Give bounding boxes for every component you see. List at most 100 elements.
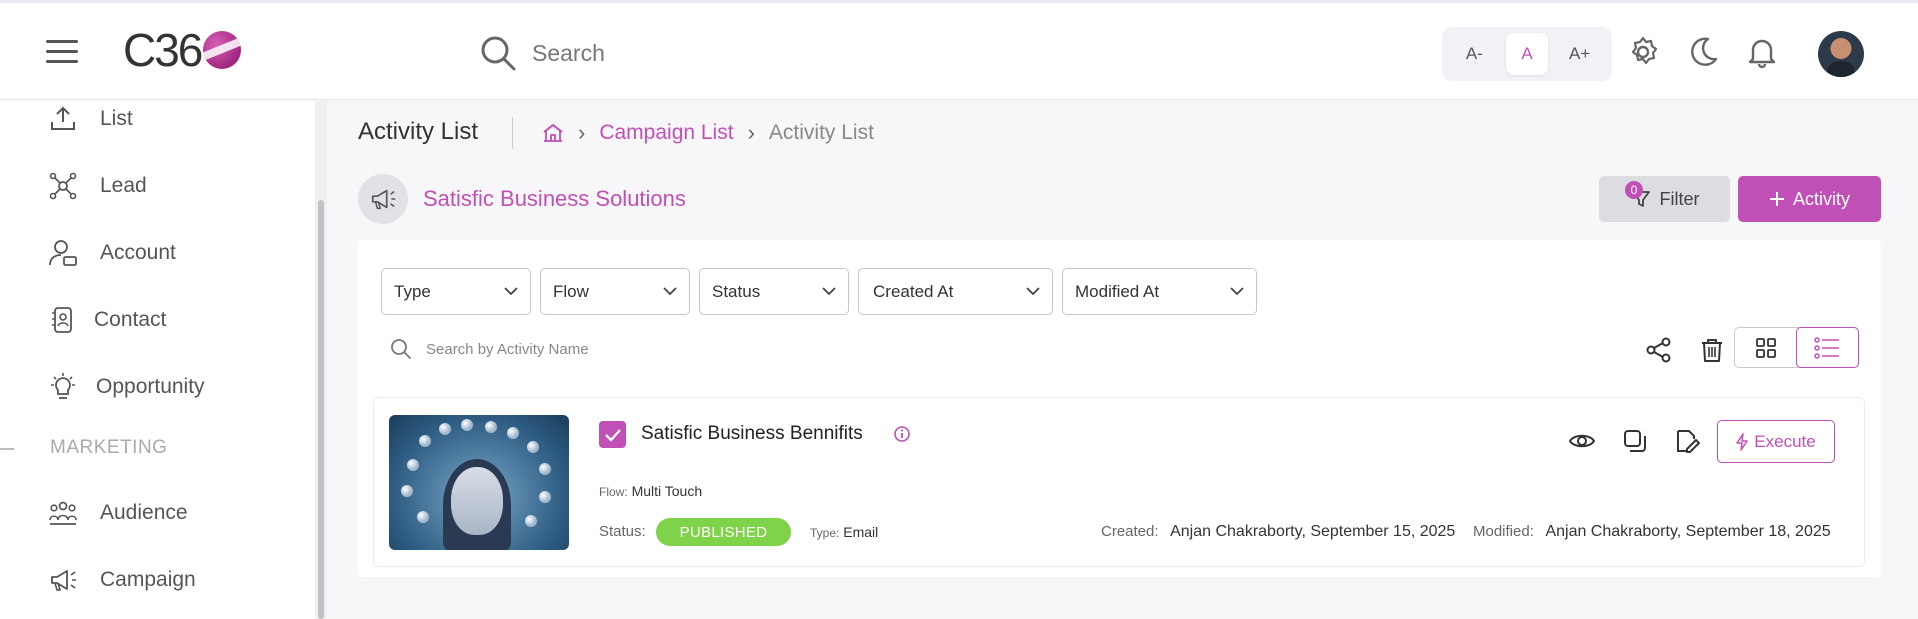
sidebar-item-opportunity[interactable]: Opportunity [48,369,205,405]
modified-label: Modified: [1473,523,1534,540]
sidebar-item-contact[interactable]: Contact [48,302,166,338]
created-at-dropdown[interactable]: Created At [858,268,1053,315]
dropdown-label: Type [394,281,431,301]
flow-value: Multi Touch [631,483,703,499]
title-divider [512,117,513,149]
page-title: Activity List [358,118,479,145]
breadcrumb-current: Activity List [768,121,874,144]
sidebar-item-account[interactable]: Account [48,235,176,271]
filter-label: Filter [1659,188,1700,209]
bell-icon[interactable] [1745,35,1779,69]
font-increase-button[interactable]: A+ [1559,33,1601,75]
upload-icon [51,106,75,130]
moon-icon[interactable] [1686,35,1720,69]
add-activity-label: Activity [1792,188,1850,209]
chevron-down-icon [504,287,518,296]
campaign-name: Satisfic Business Solutions [423,186,686,211]
global-search[interactable] [478,31,832,75]
chevron-down-icon [822,287,836,296]
list-icon [1814,336,1840,359]
sidebar-item-label: List [100,107,133,130]
list-view-button[interactable] [1795,327,1859,368]
filter-count-badge: 0 [1625,181,1643,199]
activity-flow: Flow: Multi Touch [599,483,702,499]
flow-dropdown[interactable]: Flow [540,268,690,315]
activity-modified: Modified: Anjan Chakraborty, September 1… [1473,523,1831,541]
sidebar-item-label: Opportunity [96,375,205,398]
app-logo[interactable]: C36 [123,24,242,76]
breadcrumb-chevron-icon: › [747,120,755,145]
menu-icon[interactable] [46,40,78,64]
share-icon[interactable] [1644,335,1674,365]
dropdown-label: Status [712,281,761,301]
activity-created: Created: Anjan Chakraborty, September 15… [1101,523,1455,541]
section-divider [0,448,14,450]
megaphone-icon [371,189,396,210]
chevron-down-icon [1230,287,1244,296]
copy-icon[interactable] [1621,427,1649,455]
search-icon [391,339,411,359]
filter-button[interactable]: 0 Filter [1599,176,1730,222]
edit-icon[interactable] [1673,427,1701,455]
activity-title[interactable]: Satisfic Business Bennifits [641,423,863,445]
created-label: Created: [1101,523,1159,540]
activity-thumbnail[interactable] [389,415,569,550]
contact-icon [52,307,72,333]
sidebar-section-marketing: MARKETING [50,437,168,458]
modified-at-dropdown[interactable]: Modified At [1062,268,1257,315]
chevron-down-icon [663,287,677,296]
plus-icon [1769,192,1784,206]
activity-search-input[interactable] [426,340,726,358]
search-input[interactable] [532,39,832,67]
type-value: Email [843,524,879,540]
font-decrease-button[interactable]: A- [1453,33,1495,75]
grid-view-button[interactable] [1735,328,1797,367]
sidebar-item-label: Lead [100,174,147,197]
network-icon [49,172,77,200]
activity-checkbox[interactable] [599,421,626,448]
breadcrumb-chevron-icon: › [578,120,586,145]
status-dropdown[interactable]: Status [699,268,849,315]
audience-icon [49,501,77,525]
activity-card [373,397,1865,567]
sidebar-item-label: Contact [94,308,167,331]
modified-value: Anjan Chakraborty, September 18, 2025 [1545,523,1831,540]
breadcrumb: › Campaign List › Activity List [542,120,874,146]
sidebar-item-campaign[interactable]: Campaign [48,562,196,598]
grid-icon [1755,337,1776,358]
font-default-button[interactable]: A [1505,33,1548,75]
info-icon[interactable] [893,425,911,443]
execute-button[interactable]: Execute [1717,420,1835,463]
megaphone-icon [51,570,76,591]
view-toggle [1734,327,1859,368]
sidebar-scroll-thumb[interactable] [318,200,324,619]
account-icon [49,240,77,266]
type-dropdown[interactable]: Type [381,268,531,315]
trash-icon[interactable] [1697,335,1727,365]
logo-text: C36 [123,24,203,76]
dropdown-label: Modified At [1075,281,1160,301]
check-icon [604,428,621,442]
dropdown-label: Flow [553,281,589,301]
home-icon[interactable] [542,122,564,144]
activity-status: Status: [599,523,646,540]
sidebar-item-audience[interactable]: Audience [48,495,188,531]
sidebar-item-lead[interactable]: Lead [48,168,147,204]
user-avatar[interactable] [1818,31,1864,77]
campaign-avatar [358,174,408,224]
top-header: C36 A- A A+ [0,0,1918,100]
sidebar-item-label: Account [100,241,176,264]
type-label: Type: [810,526,840,540]
search-icon [481,36,516,71]
breadcrumb-campaign-list[interactable]: Campaign List [599,121,733,145]
dropdown-label: Created At [873,281,954,301]
activity-search[interactable] [390,338,726,360]
gear-icon[interactable] [1626,35,1660,69]
add-activity-button[interactable]: Activity [1738,176,1881,222]
sidebar-item-list[interactable]: List [48,101,133,137]
status-label: Status: [599,523,646,540]
eye-icon[interactable] [1568,427,1596,455]
chevron-down-icon [1026,287,1040,296]
sidebar-item-label: Campaign [100,568,196,591]
font-size-switcher: A- A A+ [1442,27,1612,81]
